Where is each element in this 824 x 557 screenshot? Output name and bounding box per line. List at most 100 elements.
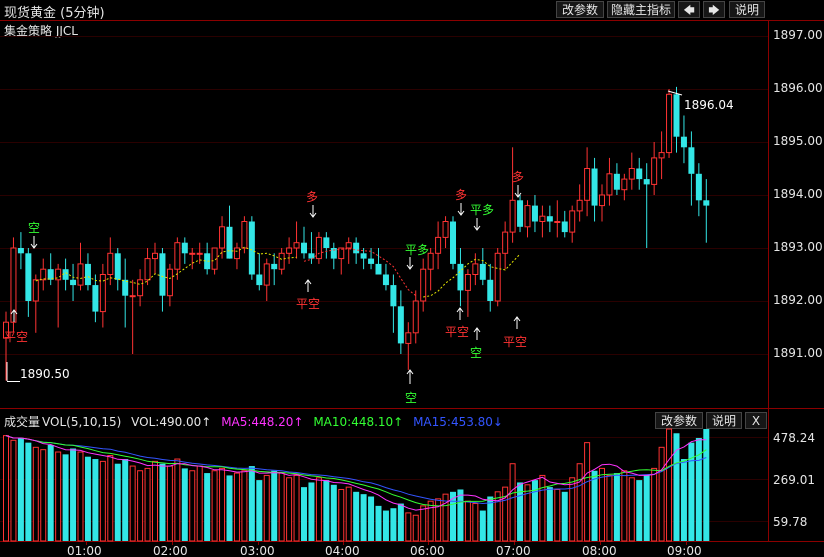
price-tick: 1896.00 — [773, 81, 823, 95]
signal-long: 多 — [512, 170, 524, 184]
candle-body-down — [114, 253, 121, 280]
volume-bar-up — [435, 498, 442, 542]
volume-bar-up — [412, 514, 419, 542]
volume-bar-up — [599, 467, 605, 542]
volume-bar-down — [84, 456, 91, 541]
volume-tick: 269.01 — [773, 473, 815, 487]
signal-close-short: 平空 — [445, 325, 469, 339]
candle-body-up — [32, 279, 39, 302]
candle-body-up — [144, 258, 151, 281]
volume-tick: 478.24 — [773, 431, 815, 445]
volume-bar-up — [472, 503, 479, 542]
volume-bar-down — [25, 442, 32, 541]
volume-bar-up — [40, 449, 47, 542]
volume-axis: 478.24 269.01 59.78 — [773, 431, 815, 529]
candle-body-up — [524, 205, 531, 228]
volume-bar-down — [546, 487, 553, 541]
candle-body-down — [84, 263, 91, 286]
volume-bar-up — [99, 460, 106, 542]
volume-bar-down — [479, 510, 486, 541]
volume-bar-up — [129, 465, 136, 542]
volume-bar-down — [382, 510, 389, 541]
candle-body-down — [457, 263, 464, 291]
volume-bar-up — [420, 505, 427, 542]
volume-bars — [3, 428, 710, 542]
candle-body-up — [315, 236, 322, 260]
candle-body-up — [286, 247, 293, 254]
volume-bar-down — [308, 482, 315, 541]
time-tick: 02:00 — [153, 544, 188, 557]
candle-body-up — [152, 252, 158, 260]
volume-bar-up — [137, 470, 144, 542]
candle-body-down — [613, 173, 620, 190]
candle-body-up — [628, 168, 635, 180]
volume-bar-down — [248, 466, 255, 541]
volume-bar-up — [32, 446, 39, 542]
volume-bar-down — [368, 496, 375, 541]
signal-short: 空 — [28, 221, 40, 235]
candle-body-down — [688, 147, 695, 174]
volume-bar-up — [666, 428, 673, 542]
volume-bar-down — [353, 491, 360, 541]
volume-bar-up — [494, 491, 501, 542]
candle-body-down — [479, 263, 486, 280]
volume-bar-down — [181, 468, 188, 541]
volume-bar-up — [464, 500, 471, 542]
volume-bar-up — [345, 486, 352, 542]
candle-body-up — [472, 263, 479, 275]
volume-bar-up — [10, 439, 17, 542]
candle-body-down — [323, 237, 330, 248]
candle-body-up — [651, 157, 658, 185]
candle-body-up — [189, 252, 196, 255]
volume-bar-up — [233, 472, 240, 542]
volume-bar-down — [47, 444, 54, 541]
volume-bar-up — [3, 435, 9, 542]
candle-body-down — [643, 179, 650, 185]
candle-body-up — [621, 178, 628, 191]
time-tick: 01:00 — [67, 544, 102, 557]
candle-body-up — [554, 221, 561, 223]
price-tick: 1892.00 — [773, 293, 823, 307]
volume-bar-down — [390, 508, 397, 541]
candle-body-down — [673, 94, 680, 137]
candle-body-down — [248, 221, 255, 275]
volume-bar-up — [189, 470, 196, 542]
candles — [3, 86, 710, 381]
candle-body-down — [680, 136, 687, 148]
candle-body-up — [569, 210, 576, 233]
volume-bar-up — [606, 474, 613, 542]
candle-body-down — [271, 263, 278, 270]
high-label: 1896.04 — [684, 98, 734, 112]
candle-body-down — [256, 274, 263, 286]
volume-bar-down — [323, 480, 330, 541]
candle-body-up — [166, 268, 173, 297]
volume-bar-down — [62, 454, 69, 541]
signal-long: 多 — [306, 190, 318, 204]
volume-bar-down — [92, 459, 99, 541]
candle-body-down — [375, 263, 382, 275]
volume-bar-down — [360, 494, 367, 541]
volume-bar-down — [457, 489, 464, 541]
volume-bar-down — [159, 463, 166, 541]
candle-body-down — [382, 274, 389, 286]
candle-body-up — [412, 300, 419, 334]
price-axis: 1897.00 1896.00 1895.00 1894.00 1893.00 … — [773, 28, 823, 360]
candle-body-down — [17, 248, 24, 254]
volume-bar-down — [643, 475, 650, 541]
candle-body-down — [531, 205, 538, 222]
candle-body-down — [390, 285, 397, 307]
volume-tick: 59.78 — [773, 515, 807, 529]
volume-bar-up — [241, 470, 248, 542]
low-label: 1890.50 — [20, 367, 70, 381]
price-tick: 1891.00 — [773, 346, 823, 360]
candle-body-down — [397, 306, 404, 344]
candle-body-down — [368, 258, 375, 264]
chart-canvas[interactable]: 1897.00 1896.00 1895.00 1894.00 1893.00 … — [0, 0, 824, 557]
volume-bar-up — [405, 512, 412, 542]
time-axis: 01:00 02:00 03:00 04:00 06:00 07:00 08:0… — [67, 544, 702, 557]
volume-bar-up — [152, 460, 158, 542]
candle-body-down — [703, 200, 710, 206]
volume-bar-down — [703, 429, 710, 541]
volume-bar-up — [278, 472, 285, 542]
time-tick: 07:00 — [496, 544, 531, 557]
